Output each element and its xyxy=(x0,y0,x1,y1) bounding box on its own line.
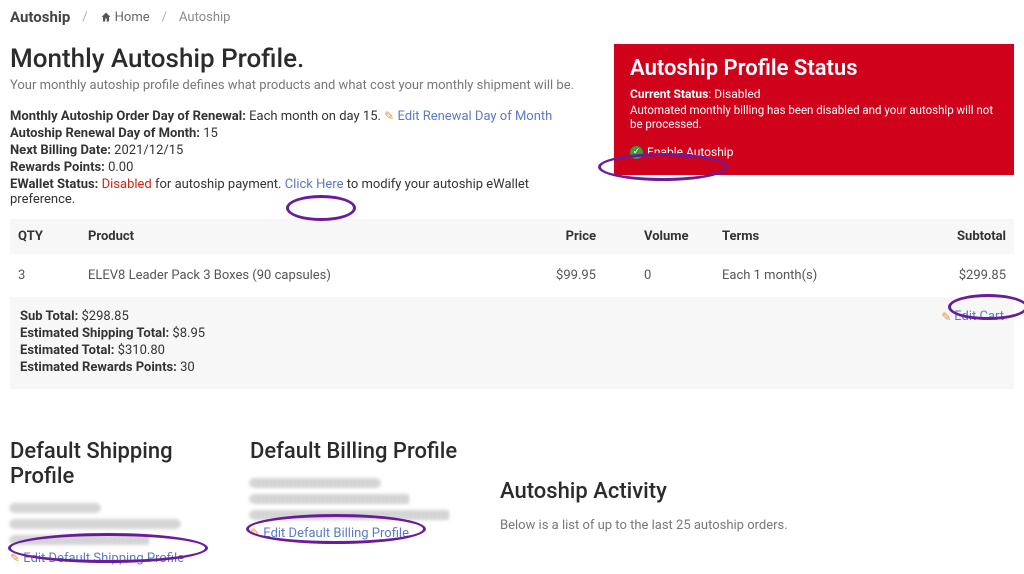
status-desc: Automated monthly billing has been disab… xyxy=(630,103,998,131)
breadcrumb-home[interactable]: Home xyxy=(100,10,150,25)
col-terms: Terms xyxy=(714,219,894,254)
edit-cart-link[interactable]: ✎ Edit Cart xyxy=(941,309,1004,324)
redacted-text xyxy=(10,535,150,545)
rewards-line: Rewards Points: 0.00 xyxy=(10,160,594,175)
page-subtitle: Your monthly autoship profile defines wh… xyxy=(10,78,594,93)
next-billing-line: Next Billing Date: 2021/12/15 xyxy=(10,143,594,158)
col-product: Product xyxy=(80,219,494,254)
redacted-text xyxy=(10,503,100,513)
activity-title: Autoship Activity xyxy=(500,479,1014,504)
edit-renewal-link[interactable]: Edit Renewal Day of Month xyxy=(397,109,552,124)
activity-desc: Below is a list of up to the last 25 aut… xyxy=(500,518,1014,533)
redacted-text xyxy=(10,519,180,529)
col-qty: QTY xyxy=(10,219,80,254)
ewallet-line: EWallet Status: Disabled for autoship pa… xyxy=(10,177,594,207)
pencil-icon: ✎ xyxy=(384,109,394,123)
breadcrumb: Autoship / Home / Autoship xyxy=(10,8,1014,26)
table-row: 3 ELEV8 Leader Pack 3 Boxes (90 capsules… xyxy=(10,254,1014,297)
col-volume: Volume xyxy=(604,219,714,254)
pencil-icon: ✎ xyxy=(10,551,20,565)
redacted-text xyxy=(250,494,410,504)
page-title: Monthly Autoship Profile. xyxy=(10,44,594,74)
redacted-text xyxy=(250,478,380,488)
enable-autoship-link[interactable]: ✓ Enable Autoship xyxy=(630,145,733,159)
product-table: QTY Product Price Volume Terms Subtotal … xyxy=(10,219,1014,389)
edit-billing-link[interactable]: ✎ Edit Default Billing Profile xyxy=(250,526,409,541)
ewallet-click-here-link[interactable]: Click Here xyxy=(285,177,344,192)
check-icon: ✓ xyxy=(630,146,643,159)
page-title-small: Autoship xyxy=(10,8,70,26)
summary-row: Sub Total: $298.85 Estimated Shipping To… xyxy=(10,297,1014,389)
home-icon xyxy=(100,11,112,23)
day-line: Autoship Renewal Day of Month: 15 xyxy=(10,126,594,141)
status-panel: Autoship Profile Status Current Status: … xyxy=(614,44,1014,175)
pencil-icon: ✎ xyxy=(250,526,260,540)
status-title: Autoship Profile Status xyxy=(630,56,998,81)
col-subtotal: Subtotal xyxy=(894,219,1014,254)
pencil-icon: ✎ xyxy=(941,310,951,324)
col-price: Price xyxy=(494,219,604,254)
breadcrumb-current: Autoship xyxy=(179,10,230,25)
redacted-text xyxy=(250,510,450,520)
shipping-profile-title: Default Shipping Profile xyxy=(10,439,220,489)
renewal-line: Monthly Autoship Order Day of Renewal: E… xyxy=(10,109,594,124)
billing-profile-title: Default Billing Profile xyxy=(250,439,470,464)
status-current: Current Status: Disabled xyxy=(630,87,998,101)
